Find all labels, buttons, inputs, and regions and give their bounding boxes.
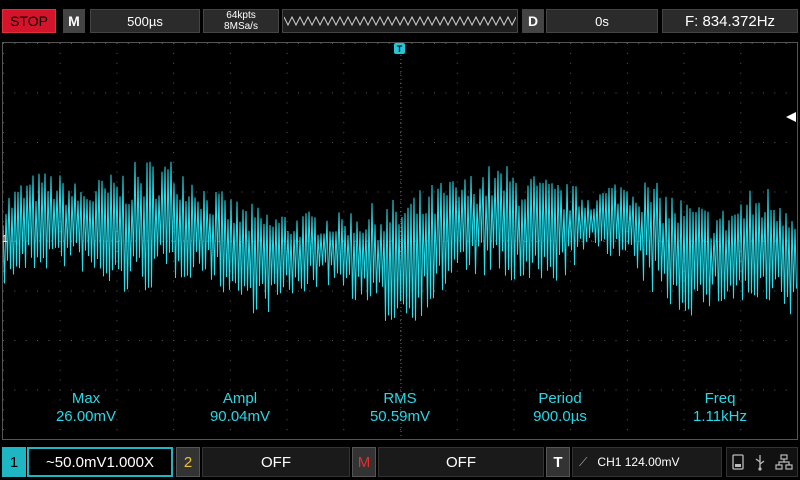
ch1-offset-marker[interactable]: 1 bbox=[2, 234, 8, 245]
measurement-rms: RMS 50.59mV bbox=[340, 390, 460, 426]
trigger-settings-text: CH1 124.00mV bbox=[597, 455, 680, 469]
measurement-freq: Freq 1.11kHz bbox=[660, 390, 780, 426]
measurement-value: 900.0µs bbox=[533, 408, 587, 425]
status-icons bbox=[726, 447, 798, 477]
measurement-value: 1.11kHz bbox=[693, 408, 747, 425]
measurement-value: 50.59mV bbox=[369, 408, 431, 425]
trigger-button[interactable]: T bbox=[546, 447, 570, 477]
measurement-name: RMS bbox=[383, 390, 417, 407]
usb-icon bbox=[755, 455, 765, 471]
delay-value[interactable]: 0s bbox=[546, 9, 658, 33]
math-state[interactable]: OFF bbox=[378, 447, 544, 477]
trigger-level-marker[interactable] bbox=[786, 112, 796, 122]
frequency-counter: F: 834.372Hz bbox=[662, 9, 798, 33]
measurement-name: Period bbox=[538, 390, 582, 407]
main-timebase-label[interactable]: M bbox=[63, 9, 85, 33]
channel-bar: 1 ~50.0mV1.000X 2 OFF M OFF T ⟋ CH1 124.… bbox=[0, 443, 800, 480]
ch2-state[interactable]: OFF bbox=[202, 447, 350, 477]
status-bar: STOP M 500µs 64kpts 8MSa/s D 0s F: 834.3… bbox=[0, 0, 800, 40]
math-button[interactable]: M bbox=[352, 447, 376, 477]
measurement-max: Max 26.00mV bbox=[26, 390, 146, 426]
ch1-settings[interactable]: ~50.0mV1.000X bbox=[27, 447, 173, 477]
memory-overview-bar[interactable] bbox=[282, 9, 518, 33]
measurement-ampl: Ampl 90.04mV bbox=[180, 390, 300, 426]
acquisition-info[interactable]: 64kpts 8MSa/s bbox=[203, 9, 279, 33]
timebase-value[interactable]: 500µs bbox=[90, 9, 200, 33]
file-icon bbox=[732, 454, 744, 470]
memory-depth: 64kpts bbox=[226, 10, 256, 21]
ch1-waveform-trace bbox=[3, 161, 797, 321]
run-stop-button[interactable]: STOP bbox=[2, 9, 56, 33]
memory-overview-wave-icon bbox=[284, 15, 516, 27]
trigger-position-marker[interactable]: T bbox=[394, 43, 405, 54]
measurement-name: Freq bbox=[704, 390, 736, 407]
trigger-settings[interactable]: ⟋ CH1 124.00mV bbox=[572, 447, 722, 477]
measurement-value: 26.00mV bbox=[55, 408, 117, 425]
graticule bbox=[3, 43, 797, 439]
measurement-name: Max bbox=[71, 390, 101, 407]
ch2-button[interactable]: 2 bbox=[176, 447, 200, 477]
waveform-display[interactable] bbox=[2, 42, 798, 440]
network-icon bbox=[775, 454, 793, 470]
measurement-value: 90.04mV bbox=[209, 408, 271, 425]
sample-rate: 8MSa/s bbox=[224, 21, 258, 32]
delay-label[interactable]: D bbox=[522, 9, 544, 33]
ch1-button[interactable]: 1 bbox=[2, 447, 26, 477]
measurement-name: Ampl bbox=[222, 390, 258, 407]
measurement-period: Period 900.0µs bbox=[500, 390, 620, 426]
rising-edge-icon: ⟋ bbox=[579, 454, 588, 469]
